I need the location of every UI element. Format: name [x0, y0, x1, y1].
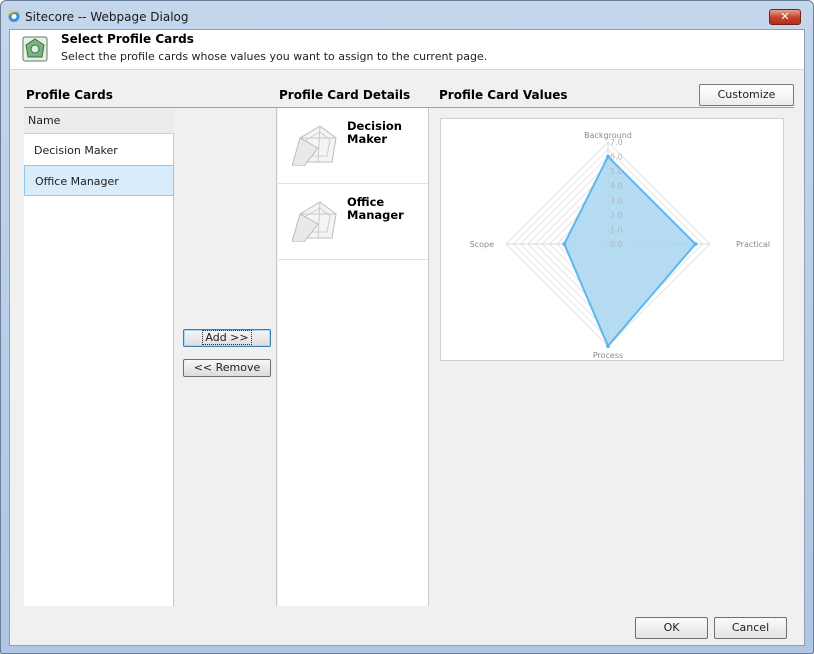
radar-tick-label: 6.0 [610, 153, 623, 162]
detail-item-decision-maker[interactable]: Decision Maker [278, 108, 428, 184]
radar-point [606, 344, 610, 348]
close-button[interactable]: ✕ [769, 9, 801, 25]
radar-axis-label: Scope [470, 240, 494, 249]
profile-card-thumbnail-icon [292, 125, 337, 166]
radar-series-area [563, 154, 697, 348]
radar-tick-label: 3.0 [610, 196, 623, 205]
radar-axis-label: Background [584, 131, 632, 140]
dialog-title: Select Profile Cards [61, 32, 194, 46]
list-item-decision-maker[interactable]: Decision Maker [24, 135, 174, 166]
window-title: Sitecore -- Webpage Dialog [25, 10, 189, 24]
profile-cards-heading: Profile Cards [26, 88, 113, 102]
detail-item-office-manager[interactable]: Office Manager [278, 184, 428, 260]
profile-card-thumbnail-icon [292, 201, 337, 242]
radar-tick-label: 5.0 [610, 167, 623, 176]
ok-button[interactable]: OK [635, 617, 708, 639]
radar-chart: 0.0 1.0 2.0 3.0 4.0 5.0 6.0 7.0 Background Practi… [440, 118, 784, 361]
profile-card-details: Decision Maker Office Manager [278, 108, 429, 606]
radar-tick-label: 0.0 [610, 240, 623, 249]
radar-tick-label: 2.0 [610, 211, 623, 220]
remove-button[interactable]: << Remove [183, 359, 271, 377]
add-button[interactable]: Add >> [183, 329, 271, 347]
detail-name: Decision Maker [347, 119, 402, 146]
browser-icon [7, 10, 21, 22]
radar-point [693, 242, 698, 246]
radar-point [562, 242, 567, 246]
radar-tick-label: 1.0 [610, 225, 623, 234]
profile-card-values-panel: 0.0 1.0 2.0 3.0 4.0 5.0 6.0 7.0 Background Practi… [430, 108, 794, 606]
dialog-header: Select Profile Cards Select the profile … [10, 30, 804, 70]
title-bar: Sitecore -- Webpage Dialog ✕ [1, 1, 813, 29]
dialog-window: Sitecore -- Webpage Dialog ✕ Select Prof… [0, 0, 814, 654]
profile-card-list: Name Decision Maker Office Manager [24, 108, 174, 606]
radar-axis-label: Practical [736, 240, 770, 249]
dialog-description: Select the profile cards whose values yo… [61, 50, 488, 63]
radar-axis-label: Process [593, 351, 623, 360]
radar-tick-label: 4.0 [610, 182, 623, 191]
action-buttons-panel: Add >> << Remove [175, 108, 277, 606]
detail-name: Office Manager [347, 195, 404, 222]
profile-card-values-heading: Profile Card Values [439, 88, 568, 102]
profile-card-icon [22, 36, 48, 62]
customize-button[interactable]: Customize [699, 84, 794, 106]
list-item-office-manager[interactable]: Office Manager [24, 165, 174, 196]
cancel-button[interactable]: Cancel [714, 617, 787, 639]
dialog-body: Select Profile Cards Select the profile … [9, 29, 805, 646]
profile-card-details-heading: Profile Card Details [279, 88, 411, 102]
name-column-header[interactable]: Name [24, 108, 174, 134]
radar-chart-svg: 0.01.02.03.04.05.06.07.0BackgroundPracti… [470, 131, 771, 360]
add-button-label: Add >> [202, 330, 252, 345]
